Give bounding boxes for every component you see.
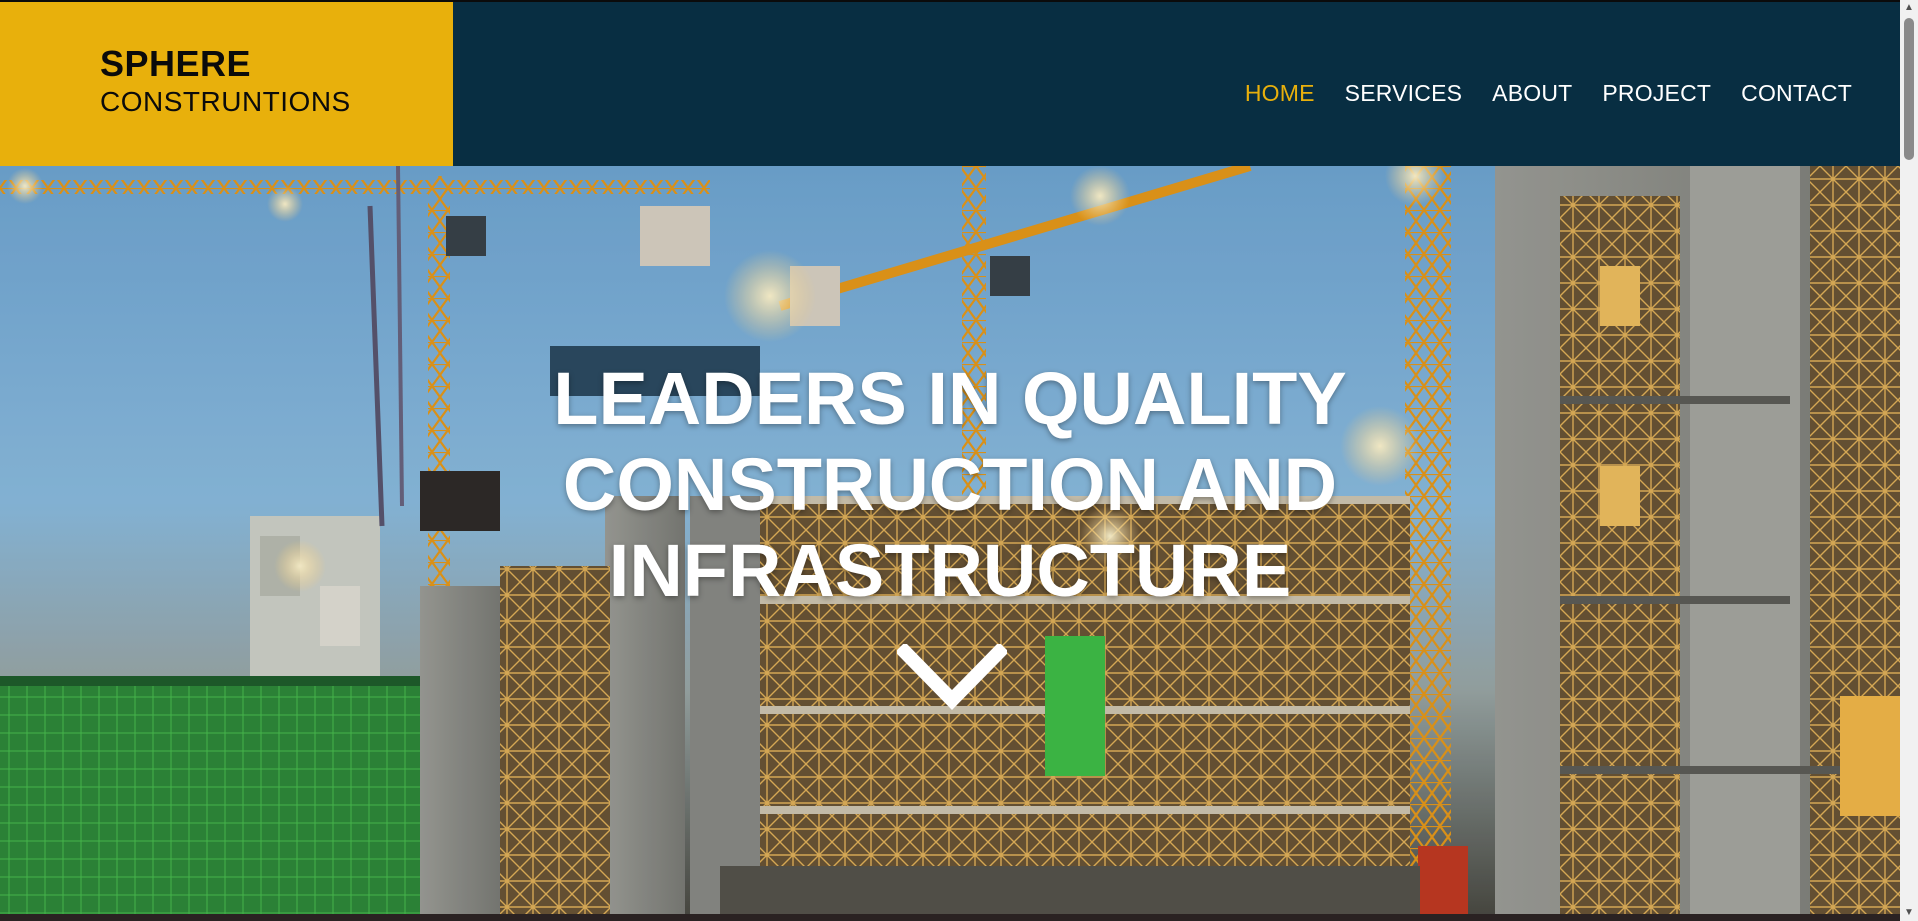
chevron-down-icon[interactable] xyxy=(897,644,1007,712)
hero-title: LEADERS IN QUALITY CONSTRUCTION AND INFR… xyxy=(540,356,1360,614)
main-nav: HOME SERVICES ABOUT PROJECT CONTACT xyxy=(1245,80,1852,107)
vertical-scrollbar[interactable]: ▲ ▼ xyxy=(1900,0,1918,921)
hero-title-line-1: LEADERS IN QUALITY xyxy=(553,357,1347,440)
brand-subtitle: CONSTRUNTIONS xyxy=(100,86,351,117)
site-header: SPHERE CONSTRUNTIONS HOME SERVICES ABOUT… xyxy=(0,2,1900,166)
hero-title-line-3: INFRASTRUCTURE xyxy=(608,529,1292,612)
brand-name: SPHERE xyxy=(100,43,252,84)
scroll-up-arrow-icon[interactable]: ▲ xyxy=(1900,0,1918,16)
nav-item-project[interactable]: PROJECT xyxy=(1602,80,1711,107)
page-bottom-edge xyxy=(0,914,1900,921)
nav-item-contact[interactable]: CONTACT xyxy=(1741,80,1852,107)
hero-section: LEADERS IN QUALITY CONSTRUCTION AND INFR… xyxy=(0,166,1900,914)
brand-logo[interactable]: SPHERE CONSTRUNTIONS xyxy=(0,2,453,166)
scrollbar-thumb[interactable] xyxy=(1904,18,1914,160)
page: SPHERE CONSTRUNTIONS HOME SERVICES ABOUT… xyxy=(0,0,1900,921)
nav-item-home[interactable]: HOME xyxy=(1245,80,1315,107)
nav-item-services[interactable]: SERVICES xyxy=(1345,80,1463,107)
hero-title-line-2: CONSTRUCTION AND xyxy=(562,443,1338,526)
scroll-down-arrow-icon[interactable]: ▼ xyxy=(1900,905,1918,921)
nav-item-about[interactable]: ABOUT xyxy=(1492,80,1572,107)
